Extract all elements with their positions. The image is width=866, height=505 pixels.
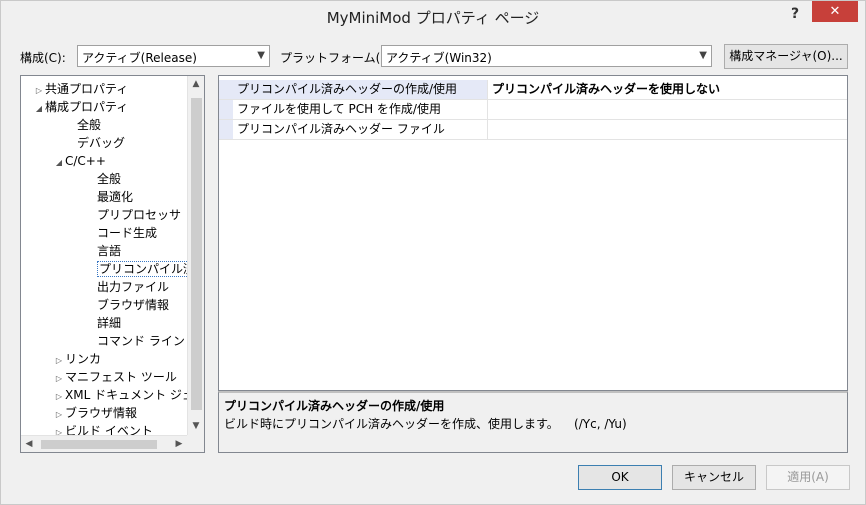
help-button[interactable]: ? (785, 4, 805, 24)
title-bar: MyMiniMod プロパティ ページ ? ✕ (1, 1, 865, 32)
config-select[interactable]: アクティブ(Release) ▼ (77, 45, 270, 67)
config-select-value: アクティブ(Release) (82, 51, 197, 65)
tree-item[interactable]: コマンド ライン (85, 332, 185, 350)
cancel-button[interactable]: キャンセル (672, 465, 756, 490)
scroll-thumb[interactable] (41, 440, 157, 449)
tree-item[interactable]: 出力ファイル (85, 278, 169, 296)
tree-item-label: 言語 (97, 244, 122, 258)
tree-item-label: コマンド ライン (97, 334, 185, 348)
tree-item[interactable]: ▷ 共通プロパティ (33, 80, 128, 98)
scroll-left-icon[interactable]: ◀ (21, 436, 37, 452)
tree-item-label: C/C++ (65, 154, 106, 168)
close-button[interactable]: ✕ (812, 1, 858, 22)
tree-item-label: 全般 (77, 118, 102, 132)
tree-item-label: 最適化 (97, 190, 134, 204)
tree-item[interactable]: 最適化 (85, 188, 133, 206)
tree-item-label: XML ドキュメント ジェネレ (65, 388, 205, 402)
ok-button[interactable]: OK (578, 465, 662, 490)
window-title: MyMiniMod プロパティ ページ (326, 9, 540, 27)
description-text: ビルド時にプリコンパイル済みヘッダーを作成、使用します。 (/Yc, /Yu) (224, 417, 627, 431)
platform-select-value: アクティブ(Win32) (386, 51, 492, 65)
config-label: 構成(C): (20, 51, 66, 65)
tree-item[interactable]: 言語 (85, 242, 121, 260)
property-name: プリコンパイル済みヘッダー ファイル (233, 120, 488, 139)
property-row[interactable]: プリコンパイル済みヘッダー ファイル (219, 120, 847, 140)
tree-item-label: リンカ (65, 352, 102, 366)
property-pages-dialog: MyMiniMod プロパティ ページ ? ✕ 構成(C): アクティブ(Rel… (0, 0, 866, 505)
scroll-up-icon[interactable]: ▲ (188, 76, 204, 93)
property-row[interactable]: ファイルを使用して PCH を作成/使用 (219, 100, 847, 120)
tree-item[interactable]: コード生成 (85, 224, 157, 242)
tree-item[interactable]: 全般 (65, 116, 101, 134)
tree-horizontal-scrollbar[interactable]: ◀ ▶ (21, 435, 187, 452)
tree-item[interactable]: ▷ XML ドキュメント ジェネレ (53, 386, 205, 404)
property-value[interactable] (489, 100, 847, 119)
tree-item-label: 構成プロパティ (45, 100, 129, 114)
scroll-thumb[interactable] (191, 98, 202, 410)
scroll-down-icon[interactable]: ▼ (188, 418, 204, 435)
tree-item[interactable]: ▷ ブラウザ情報 (53, 404, 137, 422)
description-title: プリコンパイル済みヘッダーの作成/使用 (224, 399, 445, 413)
property-value[interactable] (489, 120, 847, 139)
close-icon: ✕ (829, 4, 841, 19)
tree-item-label: コード生成 (97, 226, 158, 240)
config-manager-button[interactable]: 構成マネージャ(O)... (724, 44, 848, 69)
tree-item[interactable]: ▷ マニフェスト ツール (53, 368, 177, 386)
property-row[interactable]: プリコンパイル済みヘッダーの作成/使用 プリコンパイル済みヘッダーを使用しない (219, 80, 847, 100)
tree-item[interactable]: ◢ 構成プロパティ (33, 98, 128, 116)
tree-item-label: 全般 (97, 172, 122, 186)
tree-item-label: 詳細 (97, 316, 122, 330)
platform-select[interactable]: アクティブ(Win32) ▼ (381, 45, 712, 67)
tree-item-label: デバッグ (77, 136, 126, 150)
apply-button[interactable]: 適用(A) (766, 465, 850, 490)
chevron-down-icon: ▼ (699, 50, 707, 61)
description-panel: プリコンパイル済みヘッダーの作成/使用 ビルド時にプリコンパイル済みヘッダーを作… (218, 391, 848, 453)
property-value[interactable]: プリコンパイル済みヘッダーを使用しない (489, 80, 847, 99)
property-grid: プリコンパイル済みヘッダーの作成/使用 プリコンパイル済みヘッダーを使用しない … (218, 75, 848, 391)
tree-item[interactable]: ブラウザ情報 (85, 296, 169, 314)
platform-label: プラットフォーム(P): (280, 51, 397, 65)
property-tree[interactable]: ▷ 共通プロパティ ◢ 構成プロパティ 全般 デバッグ ◢ C/C++ 全般 最適化 プリプロセッサ… (20, 75, 205, 453)
tree-item-label: 共通プロパティ (45, 82, 129, 96)
property-name: ファイルを使用して PCH を作成/使用 (233, 100, 488, 119)
scrollbar-corner (187, 435, 204, 452)
tree-item-label: ブラウザ情報 (97, 298, 170, 312)
tree-item-label: 出力ファイル (97, 280, 170, 294)
tree-item[interactable]: 詳細 (85, 314, 121, 332)
tree-vertical-scrollbar[interactable]: ▲ ▼ (187, 76, 204, 435)
tree-item[interactable]: ▷ リンカ (53, 350, 101, 368)
tree-item[interactable]: ◢ C/C++ (53, 152, 106, 170)
scroll-right-icon[interactable]: ▶ (171, 436, 187, 452)
property-name: プリコンパイル済みヘッダーの作成/使用 (233, 80, 488, 99)
tree-item[interactable]: デバッグ (65, 134, 125, 152)
collapse-arrow-icon[interactable]: ◢ (33, 100, 45, 118)
tree-item-label: マニフェスト ツール (65, 370, 177, 384)
tree-item-label: プリプロセッサ (97, 208, 182, 222)
chevron-down-icon: ▼ (257, 50, 265, 61)
tree-item-label: ブラウザ情報 (65, 406, 138, 420)
collapse-arrow-icon[interactable]: ◢ (53, 154, 65, 172)
tree-item[interactable]: 全般 (85, 170, 121, 188)
tree-item[interactable]: プリプロセッサ (85, 206, 181, 224)
